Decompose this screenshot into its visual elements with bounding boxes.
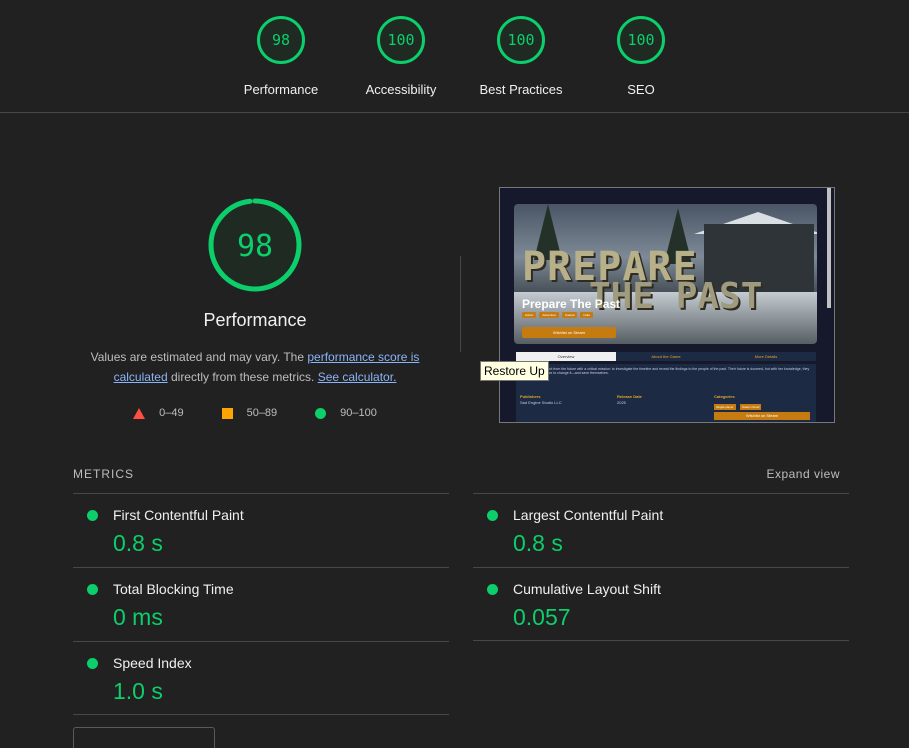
gauge-label: Performance (243, 82, 319, 97)
game-description: Sutter has been sent from the future wit… (520, 367, 810, 375)
metric-cumulative-layout-shift: Cumulative Layout Shift 0.057 (473, 567, 849, 641)
category-chip: Steam Cloud (740, 404, 762, 410)
gauge-best-practices[interactable]: 100 Best Practices (461, 16, 581, 97)
score-ring: 100 (617, 16, 665, 64)
score-ring: 100 (497, 16, 545, 64)
performance-title: Performance (203, 310, 307, 330)
metrics-heading: METRICS (73, 467, 134, 481)
game-tags: Action Adventure Casual Indie (522, 312, 593, 318)
thumbnail-scrollbar (827, 188, 831, 308)
legend-range: 50–89 (246, 407, 278, 419)
publisher-value: Sad Engine Studio LLC (520, 400, 562, 405)
gauge-accessibility[interactable]: 100 Accessibility (341, 16, 461, 97)
final-screenshot-thumbnail[interactable]: PREPARE THE PAST Prepare The Past Action… (499, 187, 835, 423)
gauge-performance[interactable]: 98 Performance (221, 16, 341, 97)
legend-range: 90–100 (340, 407, 377, 419)
metric-name: Cumulative Layout Shift (513, 581, 661, 597)
see-calculator-link[interactable]: See calculator. (318, 370, 397, 384)
release-label: Release Date (617, 394, 642, 399)
thumbnail-tabs: Overview About the Game More Details (516, 352, 816, 361)
tooltip: Restore Up (480, 361, 549, 381)
score-ring: 100 (377, 16, 425, 64)
release-value: 2025 (617, 400, 626, 405)
performance-gauge-section: 98 Performance Values are estimated and … (60, 196, 450, 419)
metric-value: 0.057 (513, 604, 571, 630)
score-ring: 98 (257, 16, 305, 64)
gauge-label: Best Practices (479, 82, 563, 97)
metric-value: 1.0 s (113, 678, 163, 704)
legend-range: 0–49 (159, 407, 184, 419)
metric-name: Largest Contentful Paint (513, 507, 664, 523)
category-summary-bar: 98 Performance 100 Accessibility 100 Bes… (0, 0, 909, 113)
legend-pass: 90–100 (315, 407, 377, 419)
metric-divider (73, 714, 449, 715)
metric-largest-contentful-paint: Largest Contentful Paint 0.8 s (473, 493, 849, 567)
gauge-label: SEO (627, 82, 655, 97)
gauge-label: Accessibility (365, 82, 437, 97)
view-treemap-button[interactable] (73, 727, 215, 748)
pass-circle-icon (315, 407, 327, 419)
pass-circle-icon (487, 510, 498, 521)
description-text: Values are estimated and may vary. The (90, 350, 308, 364)
categories-label: Categories (714, 394, 735, 399)
tag: Action (522, 312, 537, 318)
metric-name: First Contentful Paint (113, 507, 244, 523)
wishlist-button: Wishlist on Steam (714, 412, 810, 420)
gauge-seo[interactable]: 100 SEO (581, 16, 701, 97)
score-legend: 0–49 50–89 90–100 (60, 407, 450, 419)
vertical-divider (460, 256, 461, 352)
pass-circle-icon (87, 658, 98, 669)
game-title: Prepare The Past (522, 297, 621, 311)
metric-name: Total Blocking Time (113, 581, 234, 597)
game-hero-banner: PREPARE THE PAST Prepare The Past Action… (514, 204, 817, 344)
metric-value: 0 ms (113, 604, 163, 630)
category-chip: Single-player (714, 404, 736, 410)
metric-total-blocking-time: Total Blocking Time 0 ms (73, 567, 449, 641)
metric-divider (473, 640, 849, 641)
expand-view-toggle[interactable]: Expand view (766, 467, 840, 481)
metric-value: 0.8 s (113, 530, 163, 556)
tab-details: More Details (754, 354, 778, 359)
pass-circle-icon (87, 510, 98, 521)
performance-description: Values are estimated and may vary. The p… (85, 347, 425, 387)
metric-value: 0.8 s (513, 530, 563, 556)
legend-average: 50–89 (221, 407, 278, 419)
legend-fail: 0–49 (133, 407, 184, 419)
fail-triangle-icon (133, 407, 146, 419)
metric-name: Speed Index (113, 655, 192, 671)
pass-circle-icon (487, 584, 498, 595)
pass-circle-icon (87, 584, 98, 595)
description-text: directly from these metrics. (167, 370, 318, 384)
metric-first-contentful-paint: First Contentful Paint 0.8 s (73, 493, 449, 567)
average-square-icon (221, 407, 233, 419)
tab-overview: Overview (516, 352, 616, 361)
performance-score: 98 (237, 229, 273, 264)
performance-gauge: 98 (208, 198, 302, 292)
thumbnail-content: Sutter has been sent from the future wit… (516, 364, 816, 422)
tag: Indie (580, 312, 593, 318)
tag: Casual (562, 312, 578, 318)
tag: Adventure (539, 312, 560, 318)
metric-speed-index: Speed Index 1.0 s (73, 641, 449, 715)
publisher-label: Publishers (520, 394, 541, 399)
tab-about: About the Game (651, 354, 681, 359)
wishlist-button: Wishlist on Steam (522, 327, 616, 338)
